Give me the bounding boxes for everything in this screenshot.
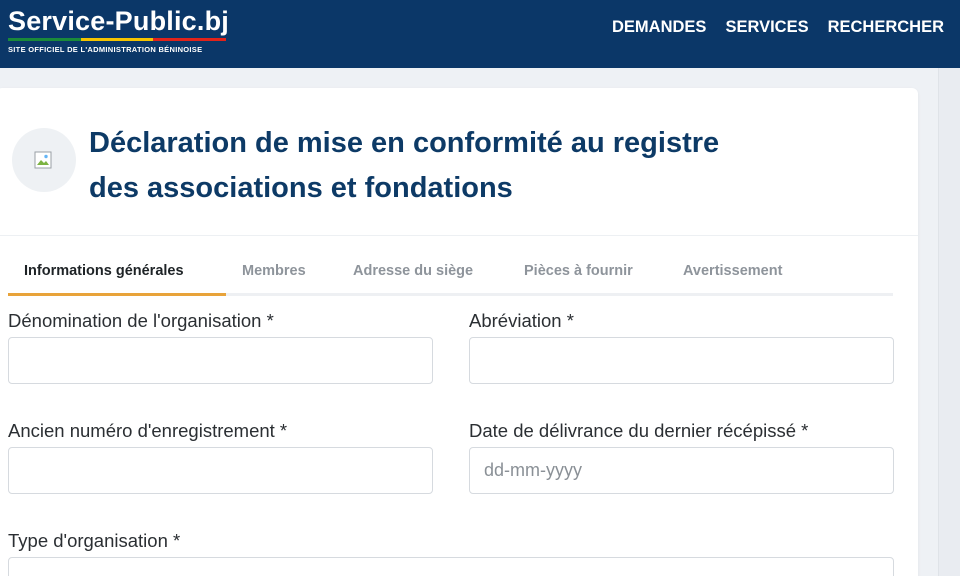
old-registration-number-label: Ancien numéro d'enregistrement * (8, 420, 288, 441)
page-title-line2: des associations et fondations (89, 172, 513, 204)
nav-demandes[interactable]: DEMANDES (612, 17, 706, 37)
abbreviation-input[interactable] (469, 337, 894, 384)
old-registration-number-input[interactable] (8, 447, 433, 494)
nav-services[interactable]: SERVICES (725, 17, 808, 37)
service-avatar (12, 128, 76, 192)
tab-membres[interactable]: Membres (242, 263, 306, 279)
side-scroll-area (938, 68, 960, 576)
logo-subtitle: SITE OFFICIEL DE L'ADMINISTRATION BÉNINO… (8, 45, 203, 54)
nav-rechercher[interactable]: RECHERCHER (828, 17, 944, 37)
organisation-type-label: Type d'organisation * (8, 530, 181, 551)
tab-adresse-du-siege[interactable]: Adresse du siège (353, 263, 473, 279)
form-card: Déclaration de mise en conformité au reg… (0, 88, 918, 576)
last-receipt-date-label: Date de délivrance du dernier récépissé … (469, 420, 809, 441)
denomination-input[interactable] (8, 337, 433, 384)
form-tabs: Informations générales Membres Adresse d… (8, 251, 893, 296)
tab-pieces-a-fournir[interactable]: Pièces à fournir (524, 263, 633, 279)
last-receipt-date-input[interactable] (469, 447, 894, 494)
organisation-type-select[interactable] (8, 557, 894, 576)
main-nav: DEMANDES SERVICES RECHERCHER (612, 17, 944, 37)
denomination-label: Dénomination de l'organisation * (8, 310, 274, 331)
page-title: Déclaration de mise en conformité au reg… (89, 121, 849, 211)
abbreviation-label: Abréviation * (469, 310, 574, 331)
flag-stripe (8, 38, 227, 41)
card-header: Déclaration de mise en conformité au reg… (0, 88, 918, 236)
page-title-line1: Déclaration de mise en conformité au reg… (89, 127, 720, 159)
tab-informations-generales[interactable]: Informations générales (24, 263, 184, 279)
logo-title: Service-Public.bj (8, 6, 229, 36)
active-tab-indicator (8, 293, 226, 296)
tab-avertissement[interactable]: Avertissement (683, 263, 782, 279)
broken-image-icon (34, 151, 52, 169)
site-header: Service-Public.bj SITE OFFICIEL DE L'ADM… (0, 0, 960, 68)
site-logo[interactable]: Service-Public.bj SITE OFFICIEL DE L'ADM… (8, 6, 229, 54)
